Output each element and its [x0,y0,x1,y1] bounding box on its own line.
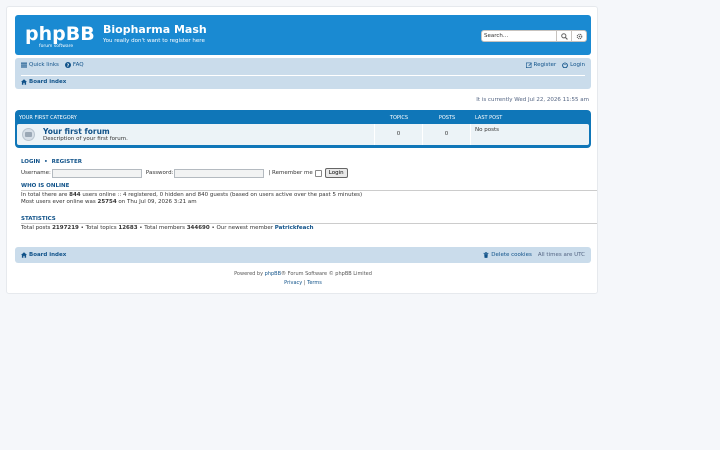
who-is-online-text: In total there are 844 users online :: 4… [21,192,363,205]
register-link[interactable]: Register [525,62,557,68]
remember-me-label: | Remember me [268,170,313,176]
col-posts: Posts [438,114,456,121]
forum-title-link[interactable]: Your first forum [43,127,110,136]
menu-icon [21,62,27,68]
question-circle-icon: ? [64,62,71,68]
forum-row: Your first forum Description of your fir… [17,124,589,145]
login-link[interactable]: Login [562,62,585,68]
register-header-link[interactable]: REGISTER [52,159,82,165]
username-field[interactable] [51,168,142,178]
col-last-post: Last post [475,114,503,121]
site-description: You really don't want to register here [103,38,205,44]
powered-by: Powered by phpBB® Forum Software © phpBB… [234,271,372,277]
trash-icon [483,252,489,258]
logo-subtext: forum software [39,43,73,49]
username-label: Username: [21,170,51,176]
remember-me-checkbox[interactable] [314,169,322,177]
navbar: Quick links ? FAQ Register Login Board i… [15,58,591,89]
password-field[interactable] [174,168,265,178]
forum-topics-count: 0 [375,124,423,145]
power-icon [562,62,568,68]
statistics-title: Statistics [21,216,597,224]
footer-board-index[interactable]: Board index [21,252,66,258]
current-time: It is currently Wed Jul 22, 2026 11:55 a… [476,97,589,103]
breadcrumb-board-index[interactable]: Board index [21,79,66,85]
newest-member-link[interactable]: Patrickfeach [275,225,314,231]
forum-category: Your first category Topics Posts Last po… [15,110,591,148]
login-header-link[interactable]: LOGIN [21,159,40,165]
footer-navbar: Board index Delete cookies All times are… [15,247,591,263]
phpbb-link[interactable]: phpBB [265,271,281,277]
breadcrumb: Board index [21,75,585,87]
home-icon [21,252,27,258]
breadcrumb-label: Board index [29,78,67,85]
nav-top-row: Quick links ? FAQ Register Login [21,59,585,71]
quick-links-menu[interactable]: Quick links [21,62,59,68]
gear-icon [576,33,582,39]
forum-posts-count: 0 [423,124,471,145]
privacy-link[interactable]: Privacy [284,280,302,286]
password-label: Password: [145,170,174,176]
search-icon [560,32,568,40]
header-bar: phpBB forum software Biopharma Mash You … [15,15,591,55]
timezone-note: All times are UTC [537,252,585,258]
site-logo[interactable]: phpBB forum software [23,21,101,49]
faq-link[interactable]: ? FAQ [64,62,84,68]
col-topics: Topics [389,114,409,121]
edit-icon [525,62,532,68]
who-is-online-title[interactable]: Who is online [21,183,597,191]
footer-breadcrumb-label: Board index [29,252,67,258]
delete-cookies-link[interactable]: Delete cookies [483,252,532,258]
login-header-separator: • [44,159,48,165]
terms-link[interactable]: Terms [307,280,322,286]
total-members: 344690 [186,225,210,231]
forum-read-icon [22,128,35,141]
forum-header-row: Your first category Topics Posts Last po… [17,112,589,123]
advanced-search-button[interactable] [571,31,586,41]
logo-text: phpBB [25,23,95,45]
login-label: Login [570,62,585,68]
category-title[interactable]: Your first category [17,115,375,121]
quick-login-form: Username: Password: | Remember me Login [21,168,597,178]
delete-cookies-label: Delete cookies [491,252,532,258]
home-icon [21,78,27,85]
register-label: Register [533,62,557,68]
forum-last-post: No posts [475,127,499,133]
faq-label: FAQ [72,62,84,68]
login-button[interactable]: Login [324,168,348,178]
search-button[interactable] [556,31,571,41]
page-wrap: phpBB forum software Biopharma Mash You … [6,6,598,294]
statistics-text: Total posts 2197219 • Total topics 12683… [21,225,314,231]
forum-description: Description of your first forum. [43,136,128,142]
record-online-count: 25754 [97,199,117,205]
search-input[interactable] [482,31,556,41]
quick-links-label: Quick links [29,62,59,68]
site-title[interactable]: Biopharma Mash [103,23,207,36]
login-header: LOGIN • REGISTER [21,159,82,165]
total-posts: 2197219 [52,225,79,231]
online-count: 844 [69,192,81,198]
total-topics: 12683 [118,225,138,231]
footer-links: Privacy | Terms [284,280,322,286]
search-box [481,30,587,42]
